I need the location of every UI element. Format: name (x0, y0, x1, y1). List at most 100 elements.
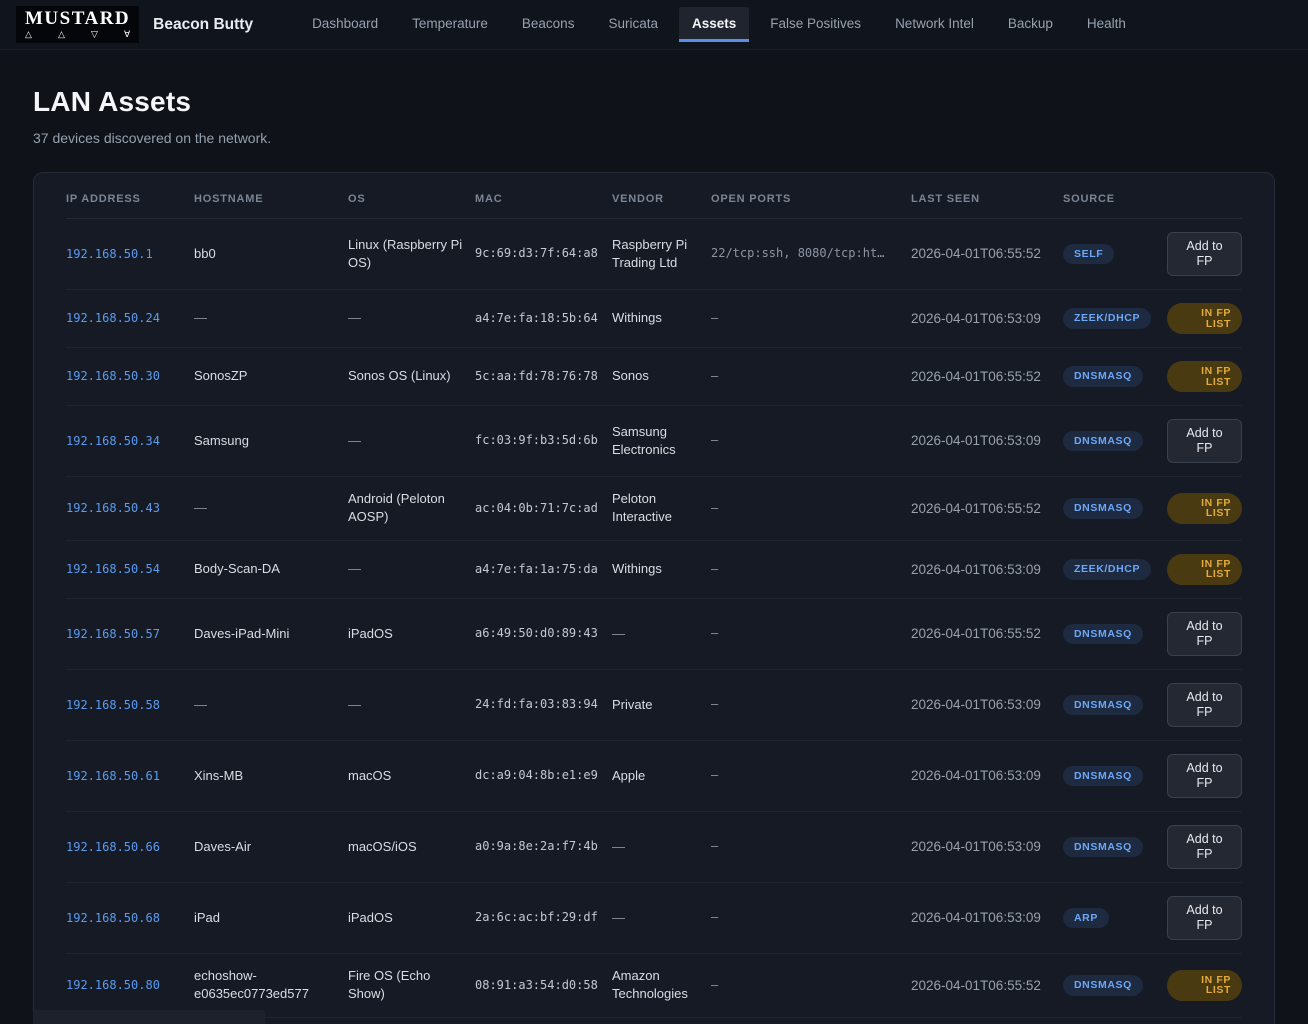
cell-last-seen: 2026-04-01T06:55:52 (911, 499, 1063, 518)
cell-source: DNSMASQ (1063, 498, 1167, 519)
cell-ip: 192.168.50.58 (66, 696, 194, 714)
table-header-row: IP ADDRESS HOSTNAME OS MAC VENDOR OPEN P… (66, 173, 1242, 219)
nav-tab-backup[interactable]: Backup (995, 7, 1066, 42)
cell-hostname: Samsung (194, 432, 348, 450)
column-header: SOURCE (1063, 193, 1167, 205)
nav-tab-assets[interactable]: Assets (679, 7, 749, 42)
cell-mac: fc:03:9f:b3:5d:6b (475, 432, 612, 449)
nav-tab-beacons[interactable]: Beacons (509, 7, 588, 42)
add-to-fp-button[interactable]: Add to FP (1167, 754, 1242, 798)
cell-action: Add to FP (1167, 896, 1242, 940)
cell-os: — (348, 432, 475, 450)
ip-address-link[interactable]: 192.168.50.57 (66, 627, 160, 641)
cell-hostname: SonosZP (194, 367, 348, 385)
cell-source: SELF (1063, 244, 1167, 265)
table-row: 192.168.50.68 iPad iPadOS 2a:6c:ac:bf:29… (66, 883, 1242, 954)
ip-address-link[interactable]: 192.168.50.34 (66, 434, 160, 448)
ip-address-link[interactable]: 192.168.50.1 (66, 247, 153, 261)
cell-os: Linux (Raspberry Pi OS) (348, 236, 475, 273)
cell-os: — (348, 309, 475, 327)
cell-mac: 08:91:a3:54:d0:58 (475, 977, 612, 994)
cell-action: Add to FP (1167, 683, 1242, 727)
cell-last-seen: 2026-04-01T06:53:09 (911, 309, 1063, 328)
ip-address-link[interactable]: 192.168.50.68 (66, 911, 160, 925)
column-header: OPEN PORTS (711, 193, 911, 205)
ip-address-link[interactable]: 192.168.50.80 (66, 978, 160, 992)
cell-hostname: echoshow-e0635ec0773ed577 (194, 967, 348, 1004)
cell-action: IN FP LIST (1167, 303, 1242, 334)
cell-hostname: — (194, 696, 348, 714)
add-to-fp-button[interactable]: Add to FP (1167, 683, 1242, 727)
source-badge: SELF (1063, 244, 1114, 265)
column-header: VENDOR (612, 193, 711, 205)
cell-vendor: — (612, 625, 711, 643)
cell-hostname: Daves-iPad-Mini (194, 625, 348, 643)
cell-os: Fire OS (Echo Show) (348, 967, 475, 1004)
ip-address-link[interactable]: 192.168.50.54 (66, 562, 160, 576)
cell-os: Android (Peloton AOSP) (348, 490, 475, 527)
in-fp-list-badge: IN FP LIST (1167, 303, 1242, 334)
cell-source: DNSMASQ (1063, 624, 1167, 645)
source-badge: DNSMASQ (1063, 624, 1143, 645)
cell-source: DNSMASQ (1063, 366, 1167, 387)
cell-mac: 5c:aa:fd:78:76:78 (475, 368, 612, 385)
cell-mac: a6:49:50:d0:89:43 (475, 625, 612, 642)
nav-tab-dashboard[interactable]: Dashboard (299, 7, 391, 42)
cell-open-ports: — (711, 696, 911, 713)
add-to-fp-button[interactable]: Add to FP (1167, 896, 1242, 940)
nav-tab-network-intel[interactable]: Network Intel (882, 7, 987, 42)
table-row: 192.168.50.58 — — 24:fd:fa:03:83:94 Priv… (66, 670, 1242, 741)
cell-ip: 192.168.50.66 (66, 838, 194, 856)
nav-tab-false-positives[interactable]: False Positives (757, 7, 874, 42)
source-badge: DNSMASQ (1063, 498, 1143, 519)
ip-address-link[interactable]: 192.168.50.61 (66, 769, 160, 783)
cell-last-seen: 2026-04-01T06:53:09 (911, 837, 1063, 856)
cell-action: Add to FP (1167, 612, 1242, 656)
ip-address-link[interactable]: 192.168.50.30 (66, 369, 160, 383)
add-to-fp-button[interactable]: Add to FP (1167, 612, 1242, 656)
ip-address-link[interactable]: 192.168.50.58 (66, 698, 160, 712)
nav-tab-suricata[interactable]: Suricata (595, 7, 671, 42)
cell-action: IN FP LIST (1167, 554, 1242, 585)
cell-last-seen: 2026-04-01T06:53:09 (911, 695, 1063, 714)
cell-last-seen: 2026-04-01T06:53:09 (911, 766, 1063, 785)
cell-vendor: Samsung Electronics (612, 423, 711, 460)
cell-ip: 192.168.50.34 (66, 432, 194, 450)
cell-action: IN FP LIST (1167, 361, 1242, 392)
nav-tab-temperature[interactable]: Temperature (399, 7, 501, 42)
cell-mac: a0:9a:8e:2a:f7:4b (475, 838, 612, 855)
cell-open-ports: — (711, 432, 911, 449)
table-row: 192.168.50.54 Body-Scan-DA — a4:7e:fa:1a… (66, 541, 1242, 599)
cell-ip: 192.168.50.57 (66, 625, 194, 643)
cell-hostname: bb0 (194, 245, 348, 263)
in-fp-list-badge: IN FP LIST (1167, 970, 1242, 1001)
table-row: 192.168.50.80 echoshow-e0635ec0773ed577 … (66, 954, 1242, 1018)
page-subtitle: 37 devices discovered on the network. (33, 130, 1275, 146)
cell-source: DNSMASQ (1063, 837, 1167, 858)
logo-wordmark: MUSTARD (25, 9, 130, 29)
cell-os: Sonos OS (Linux) (348, 367, 475, 385)
ip-address-link[interactable]: 192.168.50.66 (66, 840, 160, 854)
cell-source: DNSMASQ (1063, 431, 1167, 452)
cell-mac: 9c:69:d3:7f:64:a8 (475, 245, 612, 262)
cell-open-ports: — (711, 310, 911, 327)
column-header: HOSTNAME (194, 193, 348, 205)
cell-action: IN FP LIST (1167, 970, 1242, 1001)
table-body: 192.168.50.1 bb0 Linux (Raspberry Pi OS)… (66, 219, 1242, 1024)
cell-last-seen: 2026-04-01T06:55:52 (911, 244, 1063, 263)
cell-vendor: Withings (612, 560, 711, 578)
cell-last-seen: 2026-04-01T06:55:52 (911, 367, 1063, 386)
cell-ip: 192.168.50.1 (66, 245, 194, 263)
cell-os: — (348, 560, 475, 578)
cell-open-ports: — (711, 500, 911, 517)
page-header: LAN Assets 37 devices discovered on the … (0, 50, 1308, 146)
ip-address-link[interactable]: 192.168.50.24 (66, 311, 160, 325)
cell-ip: 192.168.50.24 (66, 309, 194, 327)
add-to-fp-button[interactable]: Add to FP (1167, 419, 1242, 463)
add-to-fp-button[interactable]: Add to FP (1167, 825, 1242, 869)
add-to-fp-button[interactable]: Add to FP (1167, 232, 1242, 276)
triangle-glyph: △ (25, 30, 32, 39)
ip-address-link[interactable]: 192.168.50.43 (66, 501, 160, 515)
nav-tab-health[interactable]: Health (1074, 7, 1139, 42)
cell-source: DNSMASQ (1063, 975, 1167, 996)
